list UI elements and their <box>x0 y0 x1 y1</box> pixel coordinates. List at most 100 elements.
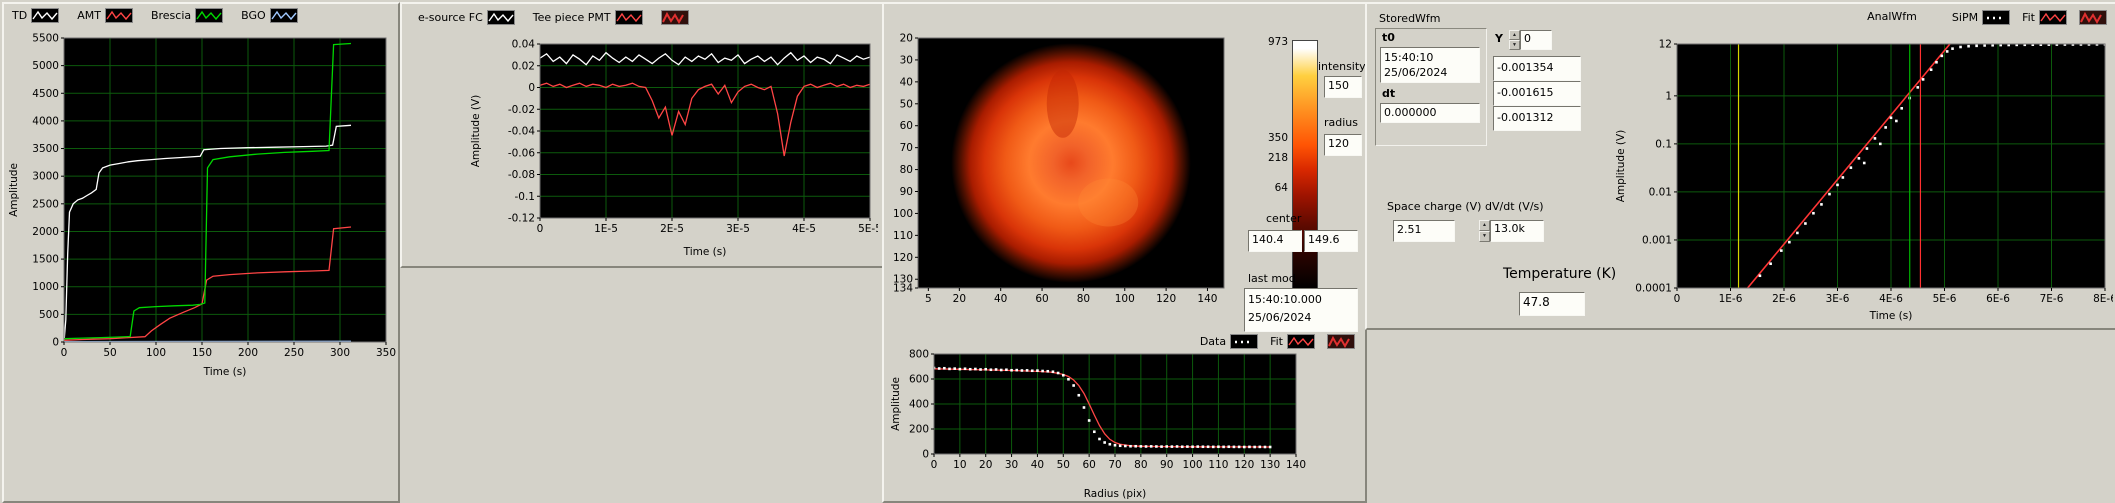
svg-text:5000: 5000 <box>32 60 59 72</box>
legend-item-esource-fc[interactable]: e-source FC <box>418 10 515 25</box>
svg-text:140: 140 <box>1197 293 1217 305</box>
t0-date: 25/06/2024 <box>1384 66 1448 79</box>
svg-text:100: 100 <box>1183 459 1203 471</box>
intensity-field[interactable]: 150 <box>1324 76 1362 98</box>
labview-front-panel: TD AMT Brescia BGO 0 50 100 150 200 250 300 350… <box>0 0 2115 503</box>
legend-item-data[interactable]: Data <box>1199 334 1259 349</box>
svg-text:Amplitude: Amplitude <box>8 163 20 217</box>
y-value-2[interactable]: -0.001312 <box>1493 106 1581 131</box>
dvdt-increment-icon[interactable]: ▲ <box>1479 220 1490 231</box>
fc-plot-legend-icon[interactable] <box>660 10 689 25</box>
svg-text:-0.12: -0.12 <box>508 213 535 225</box>
svg-text:110: 110 <box>1208 459 1228 471</box>
legend-bgo-label: BGO <box>241 9 266 22</box>
svg-text:0: 0 <box>922 449 929 461</box>
dvdt-spinner[interactable]: ▲ ▼ 13.0k <box>1479 220 1544 242</box>
svg-text:8E-6: 8E-6 <box>2093 293 2113 305</box>
colorbar-mark-218: 218 <box>1267 152 1288 164</box>
center-x-field[interactable]: 140.4 <box>1248 230 1302 252</box>
y-index-spinner[interactable]: ▲ ▼ 0 <box>1509 30 1552 50</box>
last-mod-field[interactable]: 15:40:10.000 25/06/2024 <box>1244 288 1358 332</box>
legend-brescia-label: Brescia <box>150 9 192 22</box>
svg-text:7E-6: 7E-6 <box>2040 293 2064 305</box>
profile-plot-legend-icon[interactable] <box>1327 334 1355 349</box>
intensity-colorbar[interactable] <box>1292 40 1318 290</box>
legend-item-td[interactable]: TD <box>12 8 60 23</box>
legend-data-label: Data <box>1199 335 1227 348</box>
legend-item-bgo[interactable]: BGO <box>241 8 298 23</box>
y-index-decrement-icon[interactable]: ▼ <box>1509 40 1520 50</box>
data-plot-glyph-icon[interactable] <box>1230 334 1259 349</box>
y-value-1[interactable]: -0.001615 <box>1493 81 1581 106</box>
analysis-panel: StoredWfm t0 15:40:10 25/06/2024 dt 0.00… <box>1365 2 2115 330</box>
legend-fit-label: Fit <box>1270 335 1283 348</box>
y-index-field[interactable]: 0 <box>1520 30 1552 50</box>
svg-text:0: 0 <box>931 459 938 471</box>
legend-item-sipm[interactable]: SiPM <box>1951 10 2011 25</box>
legend-item-anal-fit[interactable]: Fit <box>2022 10 2067 25</box>
svg-text:50: 50 <box>900 98 913 110</box>
legend-sipm-label: SiPM <box>1951 11 1979 24</box>
anal-plot-legend-icon[interactable] <box>2079 10 2107 25</box>
dvdt-field[interactable]: 13.0k <box>1490 220 1544 242</box>
svg-text:4000: 4000 <box>32 115 59 127</box>
dvdt-decrement-icon[interactable]: ▼ <box>1479 231 1490 242</box>
svg-text:2000: 2000 <box>32 226 59 238</box>
esource-fc-plot-glyph-icon[interactable] <box>486 10 515 25</box>
beam-intensity-image[interactable]: 5 20 40 60 80 100 120 140 20 30 40 50 60 70 80 90 100 110… <box>888 12 1240 312</box>
y-value-0[interactable]: -0.001354 <box>1493 56 1581 81</box>
tee-piece-pmt-plot-glyph-icon[interactable] <box>614 10 643 25</box>
svg-text:3E-5: 3E-5 <box>726 223 750 235</box>
svg-text:2500: 2500 <box>32 198 59 210</box>
svg-text:6E-6: 6E-6 <box>1986 293 2010 305</box>
svg-text:20: 20 <box>900 33 913 45</box>
svg-text:80: 80 <box>1134 459 1147 471</box>
svg-text:5E-5: 5E-5 <box>858 223 878 235</box>
fit-plot-glyph-icon[interactable] <box>1287 334 1315 349</box>
svg-text:4E-5: 4E-5 <box>792 223 816 235</box>
svg-text:4500: 4500 <box>32 88 59 100</box>
amt-plot-glyph-icon[interactable] <box>104 8 133 23</box>
svg-text:Time (s): Time (s) <box>203 366 247 378</box>
center-y-field[interactable]: 149.6 <box>1304 230 1358 252</box>
radius-label: radius <box>1324 116 1359 129</box>
temperature-field[interactable]: 47.8 <box>1519 292 1585 316</box>
svg-text:4E-6: 4E-6 <box>1879 293 1903 305</box>
t0-field[interactable]: 15:40:10 25/06/2024 <box>1380 47 1480 83</box>
t0-cluster: t0 15:40:10 25/06/2024 dt 0.000000 <box>1375 28 1487 146</box>
svg-text:90: 90 <box>900 186 913 198</box>
legend-amt-label: AMT <box>77 9 101 22</box>
svg-text:3E-6: 3E-6 <box>1826 293 1850 305</box>
anal-chart-legend: SiPM Fit <box>1952 10 2107 25</box>
bgo-plot-glyph-icon[interactable] <box>269 8 298 23</box>
legend-item-tee-piece-pmt[interactable]: Tee piece PMT <box>533 10 643 25</box>
svg-text:5: 5 <box>925 293 932 305</box>
svg-text:400: 400 <box>909 399 929 411</box>
space-charge-field[interactable]: 2.51 <box>1393 220 1455 242</box>
strip-chart-panel: TD AMT Brescia BGO 0 50 100 150 200 250 300 350… <box>2 2 400 503</box>
colorbar-mark-64: 64 <box>1274 182 1288 194</box>
legend-item-brescia[interactable]: Brescia <box>150 8 224 23</box>
intensity-label: intensity <box>1318 60 1366 73</box>
td-plot-glyph-icon[interactable] <box>31 8 60 23</box>
last-mod-label: last mod <box>1248 272 1296 285</box>
svg-text:10: 10 <box>953 459 966 471</box>
svg-text:134: 134 <box>893 283 913 295</box>
legend-item-amt[interactable]: AMT <box>77 8 133 23</box>
sipm-plot-glyph-icon[interactable] <box>1982 10 2011 25</box>
radial-profile-chart[interactable]: 0 10 20 30 40 50 60 70 80 90 100 110 120 130 140 0 200 40… <box>888 348 1360 502</box>
legend-td-label: TD <box>12 9 28 22</box>
analwfm-chart[interactable]: 0 1E-6 2E-6 3E-6 4E-6 5E-6 6E-6 7E-6 8E-6 12 1 0.1 0… <box>1613 28 2113 324</box>
brescia-plot-glyph-icon[interactable] <box>195 8 224 23</box>
fc-chart[interactable]: 0 1E-5 2E-5 3E-5 4E-5 5E-5 0.04 0.02 0 -0.02 -0.04… <box>468 30 878 260</box>
anal-fit-plot-glyph-icon[interactable] <box>2039 10 2067 25</box>
radius-field[interactable]: 120 <box>1324 134 1362 156</box>
y-index-increment-icon[interactable]: ▲ <box>1509 30 1520 40</box>
svg-text:200: 200 <box>238 347 258 359</box>
legend-item-fit[interactable]: Fit <box>1270 334 1315 349</box>
strip-chart[interactable]: 0 50 100 150 200 250 300 3500500100015002000250… <box>6 26 396 380</box>
svg-text:80: 80 <box>1077 293 1090 305</box>
dt-field[interactable]: 0.000000 <box>1380 103 1480 123</box>
svg-text:Radius (pix): Radius (pix) <box>1084 488 1147 500</box>
svg-text:-0.1: -0.1 <box>515 191 536 203</box>
